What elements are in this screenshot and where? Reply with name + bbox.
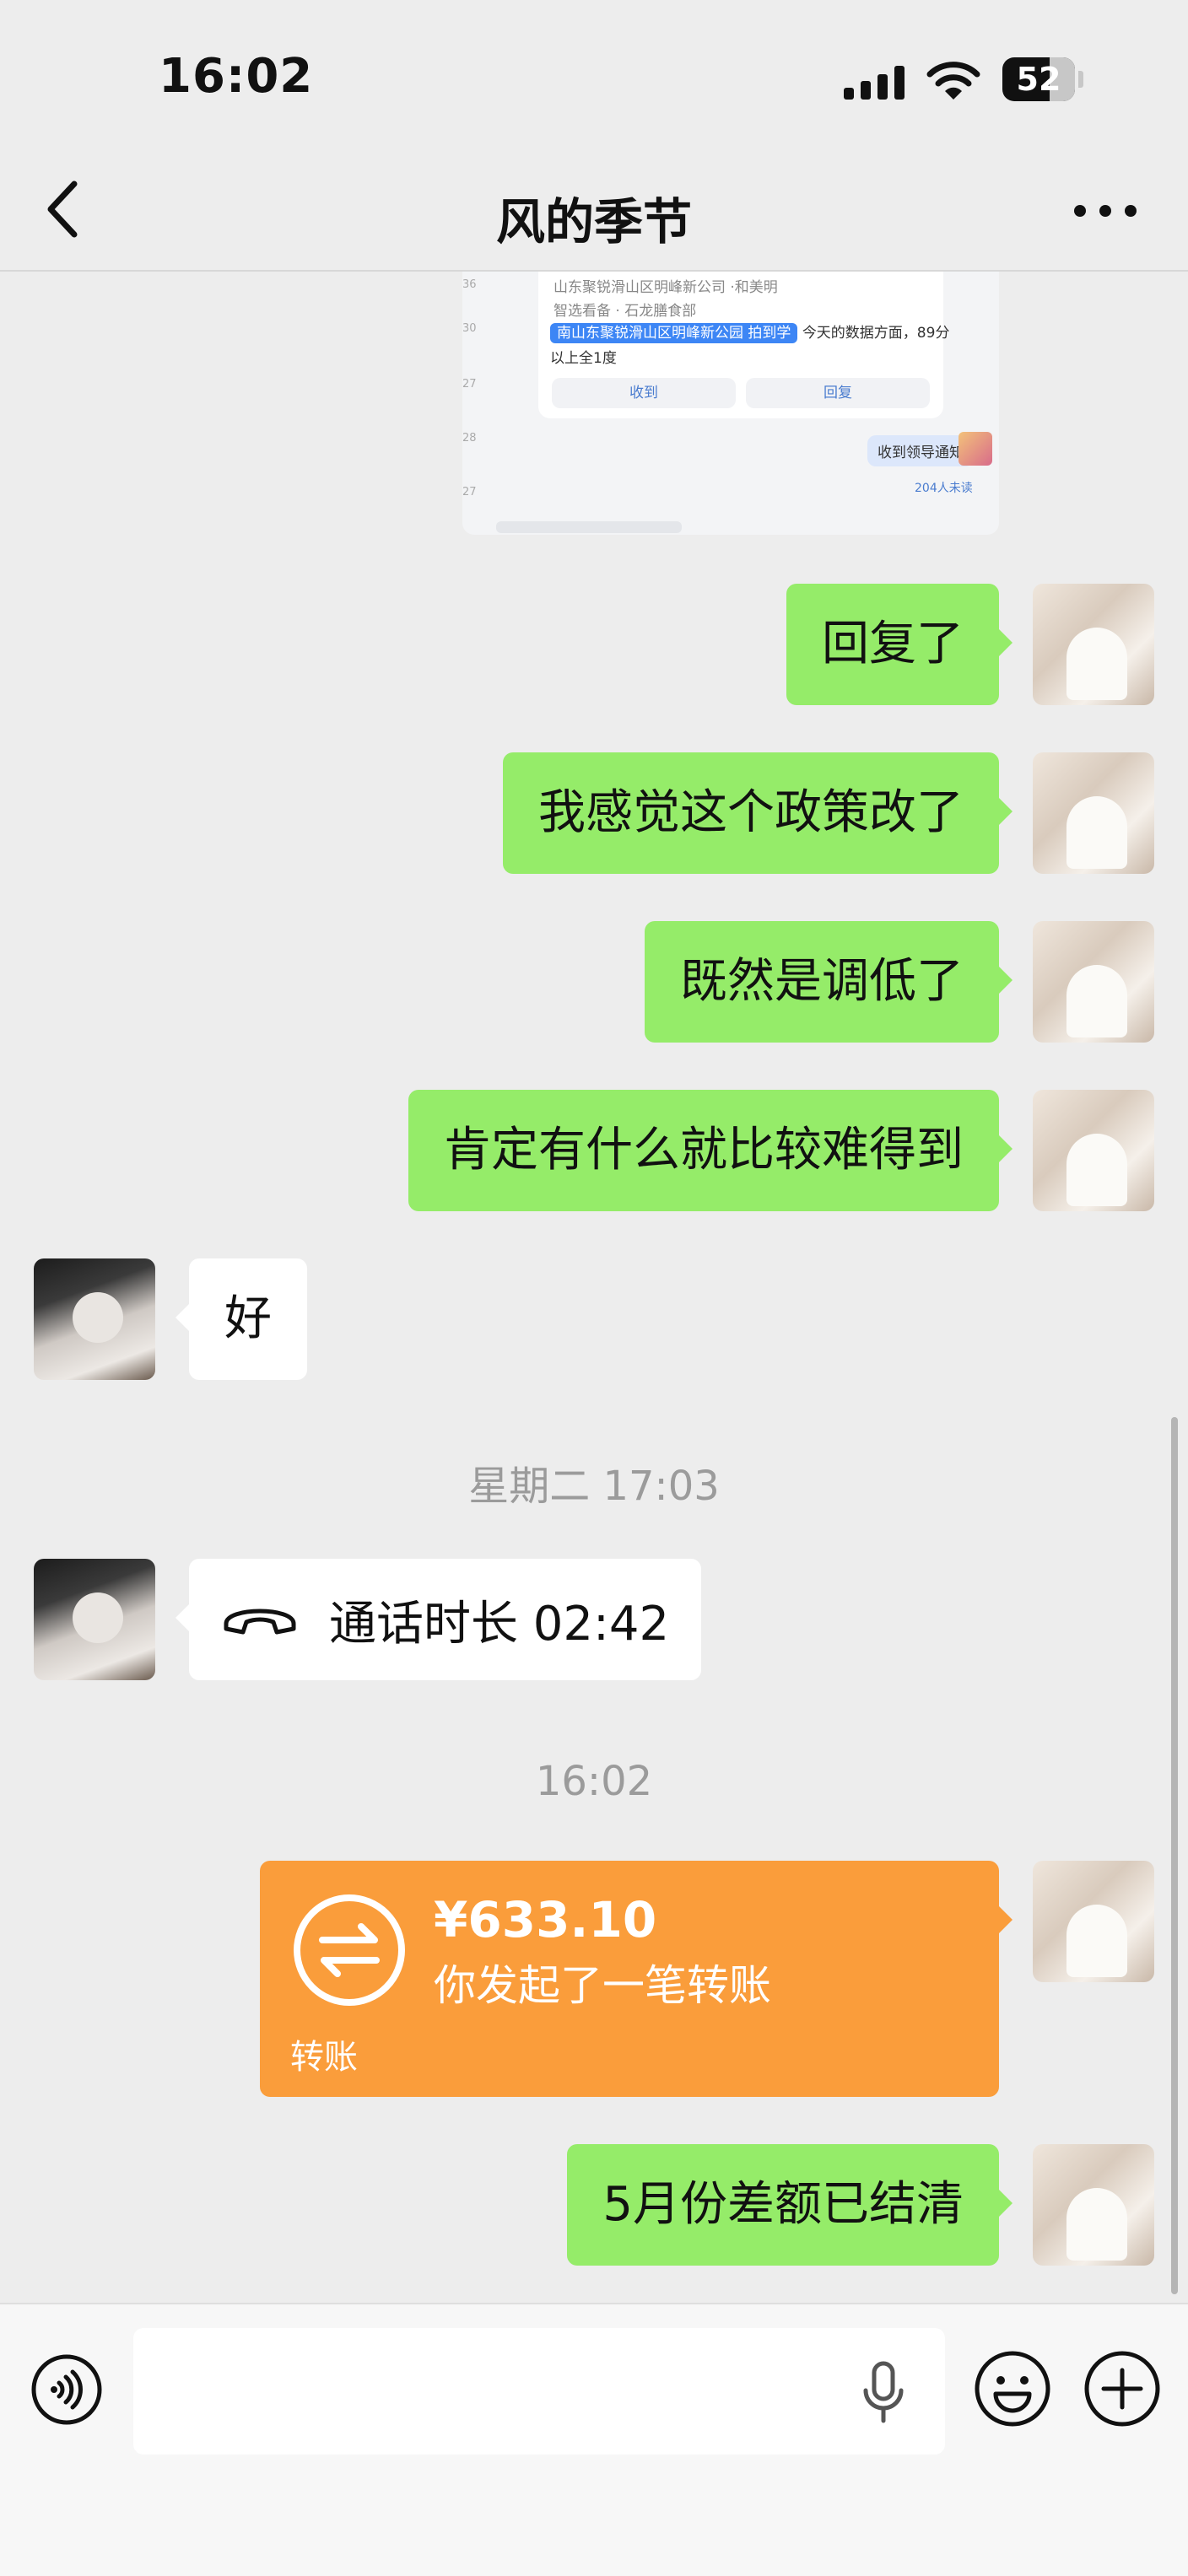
image-chip-tail: 今天的数据方面，89分 <box>802 325 950 342</box>
emoji-icon[interactable] <box>974 2350 1051 2428</box>
message-input[interactable] <box>133 2328 945 2455</box>
avatar[interactable] <box>1033 1090 1154 1211</box>
voice-toggle-icon[interactable] <box>30 2353 103 2426</box>
avatar[interactable] <box>1033 584 1154 705</box>
scrollbar[interactable] <box>1171 1417 1178 2294</box>
avatar[interactable] <box>1033 1861 1154 1982</box>
image-line: 智选看备 · 石龙膳食部 <box>554 303 697 320</box>
avatar[interactable] <box>1033 921 1154 1043</box>
image-read-count: 204人未读 <box>915 482 973 495</box>
message-bubble[interactable]: 5月份差额已结清 <box>567 2144 1012 2266</box>
image-avatar <box>958 432 992 466</box>
image-toolbar <box>496 521 682 533</box>
wifi-icon <box>926 62 980 100</box>
avatar[interactable] <box>34 1258 155 1380</box>
message-bubble[interactable]: 我感觉这个政策改了 <box>503 752 1012 874</box>
microphone-icon[interactable] <box>861 2360 906 2424</box>
image-message[interactable]: 36 30 27 28 27 山东聚锐滑山区明峰新公司 ·和美明 智选看备 · … <box>462 270 999 535</box>
transfer-card[interactable]: ¥633.10 你发起了一笔转账 转账 <box>260 1861 1012 2097</box>
image-line: 山东聚锐滑山区明峰新公司 ·和美明 <box>554 279 778 296</box>
message-bubble[interactable]: 回复了 <box>786 584 1012 705</box>
transfer-description: 你发起了一笔转账 <box>434 1961 771 2010</box>
call-record-bubble[interactable]: 通话时长 02:42 <box>175 1559 702 1680</box>
image-reply-button: 回复 <box>746 378 930 408</box>
image-received-button: 收到 <box>552 378 736 408</box>
more-dots-icon[interactable] <box>1063 186 1148 236</box>
status-time: 16:02 <box>159 49 314 104</box>
timestamp: 星期二 17:03 <box>468 1463 720 1510</box>
transfer-label: 转账 <box>290 2038 358 2077</box>
message-bubble[interactable]: 好 <box>176 1258 307 1380</box>
image-card: 山东聚锐滑山区明峰新公司 ·和美明 智选看备 · 石龙膳食部 南山东聚锐滑山区明… <box>538 270 949 418</box>
plus-icon[interactable] <box>1083 2350 1161 2428</box>
battery-cap <box>1078 71 1083 88</box>
message-bubble[interactable]: 既然是调低了 <box>645 921 1012 1043</box>
status-bar: 16:02 52 <box>0 0 1188 152</box>
avatar[interactable] <box>34 1559 155 1680</box>
image-line: 以上全1度 <box>550 350 617 367</box>
transfer-amount: ¥633.10 <box>434 1891 657 1948</box>
phone-hangup-icon <box>224 1609 296 1635</box>
signal-icon <box>844 66 908 100</box>
avatar[interactable] <box>1033 2144 1154 2266</box>
battery-icon: 52 <box>1002 57 1075 101</box>
image-chip: 南山东聚锐滑山区明峰新公园 拍到学 <box>550 323 798 343</box>
chat-title: 风的季节 <box>495 193 692 251</box>
transfer-icon <box>294 1894 405 2006</box>
avatar[interactable] <box>1033 752 1154 874</box>
chat-header: 风的季节 <box>0 152 1188 272</box>
battery-level: 52 <box>1016 61 1061 98</box>
timestamp: 16:02 <box>535 1758 653 1805</box>
call-duration: 通话时长 02:42 <box>329 1596 670 1652</box>
image-line: 南山东聚锐滑山区明峰新公园 拍到学 今天的数据方面，89分 <box>550 321 950 343</box>
message-bubble[interactable]: 肯定有什么就比较难得到 <box>408 1090 1012 1211</box>
input-bar <box>0 2303 1188 2576</box>
